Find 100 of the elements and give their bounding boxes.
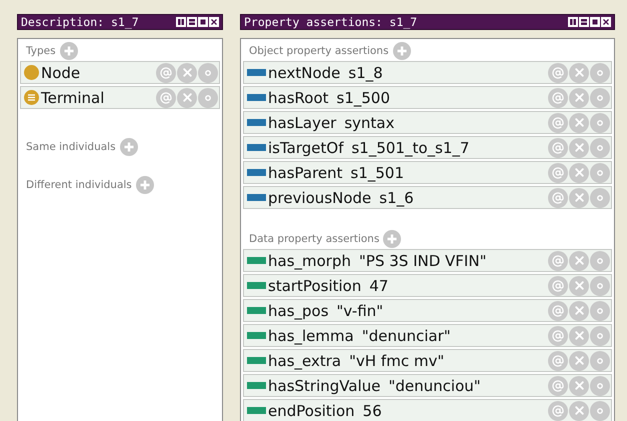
property-name: hasParent [268,164,343,182]
explain-button[interactable] [590,112,610,132]
at-sign-icon [552,380,564,392]
explain-button[interactable] [590,350,610,370]
delete-button[interactable] [569,188,589,208]
add-icon[interactable] [392,42,411,60]
annotate-button[interactable] [548,350,568,370]
split-vertical-icon[interactable] [176,17,186,27]
delete-button[interactable] [569,326,589,346]
assertion-row[interactable]: hasParent s1_501 [243,161,612,184]
delete-button[interactable] [569,138,589,158]
explain-button[interactable] [590,326,610,346]
annotate-button[interactable] [548,326,568,346]
close-icon[interactable] [209,17,219,27]
property-value: syntax [344,114,394,132]
ring-icon [597,258,603,264]
annotate-button[interactable] [548,250,568,270]
at-sign-icon [552,354,564,366]
delete-button[interactable] [569,376,589,396]
at-sign-icon [552,66,564,78]
property-name: hasRoot [268,88,328,106]
close-icon[interactable] [601,17,611,27]
add-icon[interactable] [136,176,154,194]
property-value: s1_501_to_s1_7 [351,138,470,156]
delete-button[interactable] [569,276,589,296]
annotate-button[interactable] [548,112,568,132]
split-horizontal-icon[interactable] [579,17,589,27]
annotate-button[interactable] [548,138,568,158]
property-name: previousNode [268,188,372,206]
annotate-button[interactable] [156,62,176,82]
ring-icon [597,382,603,388]
assertion-row[interactable]: hasStringValue "denunciou" [243,374,612,397]
annotate-button[interactable] [156,88,176,108]
delete-button[interactable] [569,300,589,320]
delete-button[interactable] [569,250,589,270]
annotate-button[interactable] [548,400,568,420]
explain-button[interactable] [590,300,610,320]
delete-button[interactable] [569,112,589,132]
split-vertical-icon[interactable] [568,17,578,27]
assertion-row[interactable]: isTargetOf s1_501_to_s1_7 [243,136,612,159]
close-icon [572,379,586,392]
assertion-row[interactable]: nextNode s1_8 [243,61,612,84]
maximize-icon[interactable] [198,17,208,27]
assertion-row[interactable]: startPosition 47 [243,274,612,297]
assertion-row[interactable]: hasLayer syntax [243,111,612,134]
property-name: has_pos [268,302,329,320]
annotate-button[interactable] [548,376,568,396]
delete-button[interactable] [569,162,589,182]
property-name: hasLayer [268,114,336,132]
delete-button[interactable] [569,88,589,108]
delete-button[interactable] [569,350,589,370]
explain-button[interactable] [590,376,610,396]
at-sign-icon [160,92,172,104]
type-row[interactable]: Terminal [20,86,220,109]
type-row[interactable]: Node [20,61,220,84]
close-icon [572,354,586,367]
add-icon[interactable] [383,230,402,248]
ring-icon [597,332,603,338]
annotate-button[interactable] [548,300,568,320]
annotate-button[interactable] [548,276,568,296]
data-property-icon [247,257,266,264]
explain-button[interactable] [590,276,610,296]
explain-button[interactable] [590,62,610,82]
close-icon [180,91,194,104]
delete-button[interactable] [569,400,589,420]
explain-button[interactable] [198,62,218,82]
annotate-button[interactable] [548,62,568,82]
property-value: 56 [362,402,382,420]
at-sign-icon [552,166,564,178]
delete-button[interactable] [177,62,197,82]
explain-button[interactable] [590,400,610,420]
explain-button[interactable] [590,162,610,182]
explain-button[interactable] [590,250,610,270]
assertion-row[interactable]: endPosition 56 [243,399,612,421]
panel-title: Property assertions: s1_7 [244,15,418,29]
assertion-row[interactable]: hasRoot s1_500 [243,86,612,109]
close-icon [572,329,586,342]
assertion-row[interactable]: has_morph "PS 3S IND VFIN" [243,249,612,272]
explain-button[interactable] [590,138,610,158]
annotate-button[interactable] [548,88,568,108]
assertion-row[interactable]: previousNode s1_6 [243,186,612,209]
maximize-icon[interactable] [590,17,600,27]
assertion-row[interactable]: has_lemma "denunciar" [243,324,612,347]
at-sign-icon [552,92,564,104]
delete-button[interactable] [177,88,197,108]
assertion-row[interactable]: has_extra "vH fmc mv" [243,349,612,372]
explain-button[interactable] [590,88,610,108]
add-icon[interactable] [60,42,78,60]
annotate-button[interactable] [548,188,568,208]
add-icon[interactable] [120,138,138,156]
explain-button[interactable] [198,88,218,108]
explain-button[interactable] [590,188,610,208]
assertion-row[interactable]: has_pos "v-fin" [243,299,612,322]
ring-icon [205,94,211,100]
ring-icon [597,120,603,126]
at-sign-icon [552,192,564,204]
delete-button[interactable] [569,62,589,82]
annotate-button[interactable] [548,162,568,182]
split-horizontal-icon[interactable] [187,17,197,27]
close-icon [572,304,586,317]
